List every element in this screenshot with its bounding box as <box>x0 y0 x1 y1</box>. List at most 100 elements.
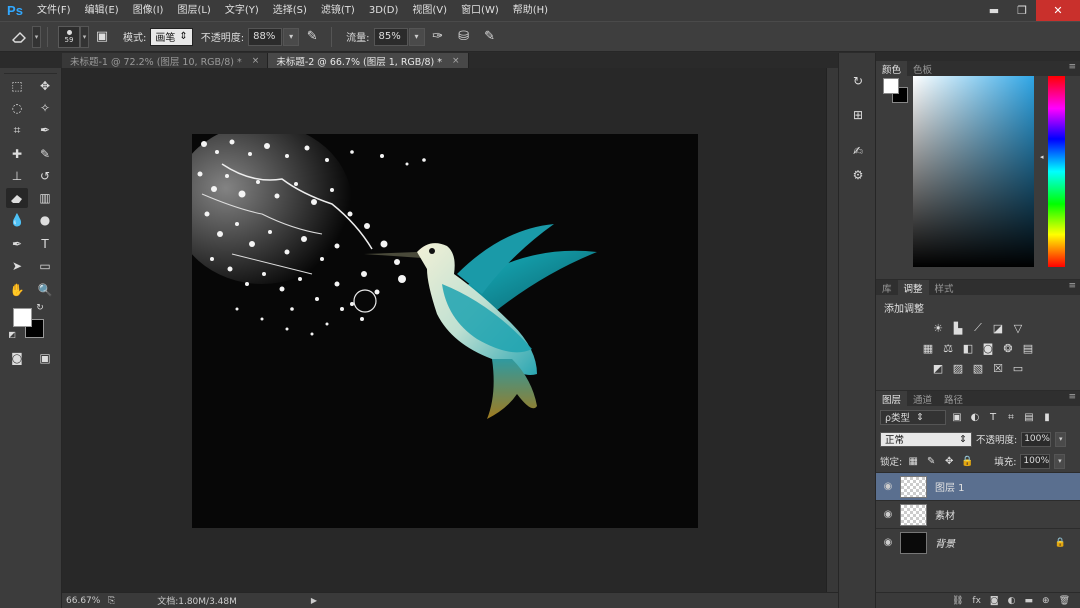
layer-row-background[interactable]: ◉ 背景 🔒 <box>876 528 1080 556</box>
document-canvas[interactable] <box>192 134 698 528</box>
add-mask-icon[interactable]: ◙ <box>990 596 999 606</box>
tab-styles[interactable]: 样式 <box>929 280 960 295</box>
eraser-tool-icon[interactable] <box>6 188 28 208</box>
menu-view[interactable]: 视图(V) <box>405 0 454 21</box>
type-filter-icon[interactable]: T <box>986 410 1000 424</box>
close-icon[interactable]: × <box>452 56 460 66</box>
adjustment-filter-icon[interactable]: ◐ <box>968 410 982 424</box>
stamp-tool-icon[interactable]: ⊥ <box>6 166 28 186</box>
lock-transparency-icon[interactable]: ▦ <box>906 454 920 468</box>
blur-tool-icon[interactable]: 💧 <box>6 210 28 230</box>
dodge-tool-icon[interactable]: ● <box>34 210 56 230</box>
levels-icon[interactable]: ▙ <box>950 321 966 335</box>
lock-position-icon[interactable]: ✥ <box>942 454 956 468</box>
gradient-map-icon[interactable]: ▭ <box>1010 361 1026 375</box>
threshold-icon[interactable]: ▧ <box>970 361 986 375</box>
hand-tool-icon[interactable]: ✋ <box>6 280 28 300</box>
brush-dropdown[interactable]: ▾ <box>80 25 89 48</box>
layer-name[interactable]: 背景 <box>935 535 955 550</box>
brightness-icon[interactable]: ☀ <box>930 321 946 335</box>
layer-row-material[interactable]: ◉ 素材 <box>876 500 1080 528</box>
minimize-button[interactable]: ▬ <box>980 0 1008 21</box>
black-white-icon[interactable]: ◧ <box>960 341 976 355</box>
crop-tool-icon[interactable]: ⌗ <box>6 120 28 140</box>
tab-channels[interactable]: 通道 <box>907 391 938 406</box>
tab-swatches[interactable]: 色板 <box>907 61 938 76</box>
menu-3d[interactable]: 3D(D) <box>362 0 406 21</box>
default-colors-icon[interactable]: ◩ <box>6 328 18 340</box>
properties-panel-icon[interactable]: ⊞ <box>848 105 868 125</box>
quick-select-tool-icon[interactable]: ✧ <box>34 98 56 118</box>
screen-mode-icon[interactable]: ▣ <box>34 348 56 368</box>
shape-filter-icon[interactable]: ⌗ <box>1004 410 1018 424</box>
layer-opacity-input[interactable]: 100% <box>1021 431 1052 447</box>
pressure-opacity-icon[interactable]: ✎ <box>299 26 325 48</box>
pen-tool-icon[interactable]: ✒ <box>6 234 28 254</box>
link-layers-icon[interactable]: ⛓ <box>952 596 963 606</box>
export-icon[interactable]: ⎘ <box>108 596 115 606</box>
new-group-icon[interactable]: ▬ <box>1025 596 1034 606</box>
lasso-tool-icon[interactable]: ◌ <box>6 98 28 118</box>
filter-toggle-icon[interactable]: ▮ <box>1040 410 1054 424</box>
vertical-scrollbar[interactable] <box>826 68 838 592</box>
channel-mixer-icon[interactable]: ❂ <box>1000 341 1016 355</box>
adjustments-panel-icon[interactable]: ⚙ <box>848 165 868 185</box>
tab-libraries[interactable]: 库 <box>876 280 898 295</box>
hue-slider[interactable] <box>1048 76 1065 267</box>
path-select-tool-icon[interactable]: ➤ <box>6 256 28 276</box>
lock-pixels-icon[interactable]: ✎ <box>924 454 938 468</box>
layer-name[interactable]: 素材 <box>935 507 955 522</box>
new-layer-icon[interactable]: ⊕ <box>1042 596 1050 606</box>
foreground-color-swatch[interactable] <box>13 308 32 327</box>
blend-mode-select[interactable]: 正常 ⇕ <box>880 431 972 447</box>
color-balance-icon[interactable]: ⚖ <box>940 341 956 355</box>
curves-icon[interactable]: ⟋ <box>970 321 986 335</box>
eraser-preset-icon[interactable] <box>6 26 32 48</box>
toolbox-grip[interactable] <box>4 68 57 74</box>
menu-layer[interactable]: 图层(L) <box>170 0 217 21</box>
menu-type[interactable]: 文字(Y) <box>218 0 266 21</box>
flow-dropdown[interactable]: ▾ <box>408 27 425 46</box>
vibrance-icon[interactable]: ▽ <box>1010 321 1026 335</box>
move-tool-icon[interactable]: ✥ <box>34 76 56 96</box>
brush-panel-icon[interactable]: ▣ <box>89 26 115 48</box>
menu-select[interactable]: 选择(S) <box>266 0 314 21</box>
mode-select[interactable]: 画笔 ⇕ <box>150 27 193 46</box>
play-icon[interactable]: ▶ <box>311 596 317 605</box>
swap-colors-icon[interactable]: ↻ <box>34 302 46 314</box>
menu-filter[interactable]: 滤镜(T) <box>314 0 362 21</box>
smart-object-filter-icon[interactable]: ▤ <box>1022 410 1036 424</box>
invert-icon[interactable]: ◩ <box>930 361 946 375</box>
posterize-icon[interactable]: ▨ <box>950 361 966 375</box>
close-icon[interactable]: × <box>252 56 260 66</box>
opacity-input[interactable]: 88% <box>248 27 283 46</box>
close-button[interactable]: ✕ <box>1036 0 1080 21</box>
pressure-size-icon[interactable]: ✎ <box>477 26 503 48</box>
layer-kind-filter[interactable]: ρ类型 ⇕ <box>880 409 946 425</box>
selective-color-icon[interactable]: ☒ <box>990 361 1006 375</box>
opacity-dropdown[interactable]: ▾ <box>283 27 300 46</box>
visibility-eye-icon[interactable]: ◉ <box>876 481 900 492</box>
gradient-tool-icon[interactable]: ▥ <box>34 188 56 208</box>
exposure-icon[interactable]: ◪ <box>990 321 1006 335</box>
lock-all-icon[interactable]: 🔒 <box>960 454 974 468</box>
preset-dropdown[interactable]: ▾ <box>32 25 41 48</box>
tab-adjustments[interactable]: 调整 <box>897 280 929 295</box>
history-brush-tool-icon[interactable]: ↺ <box>34 166 56 186</box>
new-adjustment-icon[interactable]: ◐ <box>1008 596 1016 606</box>
tab-document-1[interactable]: 未标题-1 @ 72.2% (图层 10, RGB/8) * × <box>62 53 269 68</box>
zoom-level[interactable]: 66.67% <box>62 596 108 606</box>
panel-menu-icon[interactable]: ≡ <box>1068 281 1076 291</box>
marquee-tool-icon[interactable]: ⬚ <box>6 76 28 96</box>
brush-size-preview[interactable]: 59 <box>58 25 80 48</box>
zoom-tool-icon[interactable]: 🔍 <box>34 280 56 300</box>
color-lookup-icon[interactable]: ▤ <box>1020 341 1036 355</box>
brush-tool-icon[interactable]: ✎ <box>34 144 56 164</box>
foreground-color-swatch[interactable] <box>883 78 899 94</box>
quick-mask-icon[interactable]: ◙ <box>6 348 28 368</box>
tab-layers[interactable]: 图层 <box>876 391 908 406</box>
visibility-eye-icon[interactable]: ◉ <box>876 537 900 548</box>
menu-window[interactable]: 窗口(W) <box>454 0 506 21</box>
airbrush-icon[interactable]: ✑ <box>425 26 451 48</box>
panel-menu-icon[interactable]: ≡ <box>1068 392 1076 402</box>
